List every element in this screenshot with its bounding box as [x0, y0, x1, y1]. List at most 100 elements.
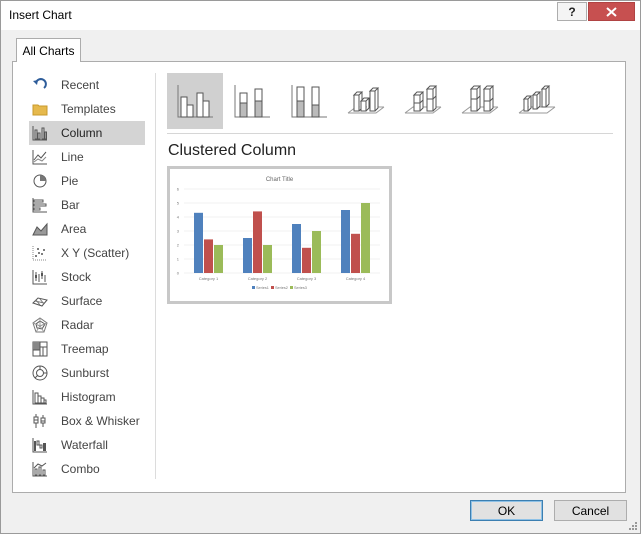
- sidebar-item-waterfall[interactable]: Waterfall: [29, 433, 145, 457]
- preview-chart-title: Chart Title: [266, 177, 294, 183]
- 3d-column-icon: [518, 85, 556, 114]
- subtype-clustered-column[interactable]: [167, 73, 223, 129]
- subtype-3d-clustered-column[interactable]: [338, 73, 394, 129]
- chart-type-list: Recent Templates Column Line Pie Bar Are…: [29, 73, 145, 481]
- sidebar-item-templates[interactable]: Templates: [29, 97, 145, 121]
- folder-icon: [32, 101, 48, 117]
- preview-legend-swatch: [252, 286, 255, 289]
- sidebar-item-label: Surface: [61, 294, 103, 308]
- title-bar[interactable]: Insert Chart ?: [1, 1, 640, 30]
- preview-y-tick: 6: [177, 187, 180, 192]
- surface-chart-icon: [32, 293, 48, 309]
- preview-y-tick: 2: [177, 243, 180, 248]
- preview-bar: [312, 231, 321, 273]
- column-chart-icon: [32, 125, 48, 141]
- 3d-stacked-column-icon: [404, 85, 442, 114]
- preview-bar: [194, 212, 203, 273]
- preview-bar: [302, 247, 311, 273]
- preview-x-tick: Category 4: [346, 276, 366, 281]
- sidebar-item-area[interactable]: Area: [29, 217, 145, 241]
- sidebar-item-bar[interactable]: Bar: [29, 193, 145, 217]
- stock-chart-icon: [32, 269, 48, 285]
- area-chart-icon: [32, 221, 48, 237]
- preview-bar: [204, 239, 213, 273]
- sidebar-item-label: Templates: [61, 102, 116, 116]
- subtype-3d-column[interactable]: [509, 73, 565, 129]
- sidebar-item-label: Sunburst: [61, 366, 110, 380]
- close-icon: [606, 6, 617, 17]
- treemap-chart-icon: [32, 341, 48, 357]
- sidebar-item-line[interactable]: Line: [29, 145, 145, 169]
- sidebar-item-surface[interactable]: Surface: [29, 289, 145, 313]
- preview-x-tick: Category 3: [297, 276, 317, 281]
- subtype-3d-100-stacked-column[interactable]: [452, 73, 508, 129]
- window-title: Insert Chart: [9, 8, 72, 22]
- sidebar-item-stock[interactable]: Stock: [29, 265, 145, 289]
- preview-bar: [341, 210, 350, 273]
- ok-button[interactable]: OK: [470, 500, 543, 521]
- preview-legend-label: Series1: [256, 286, 269, 290]
- subtype-stacked-column[interactable]: [224, 73, 280, 129]
- subtype-100-stacked-column[interactable]: [281, 73, 337, 129]
- preview-bar: [214, 245, 223, 273]
- close-button[interactable]: [588, 2, 635, 21]
- sidebar-item-combo[interactable]: Combo: [29, 457, 145, 481]
- help-button[interactable]: ?: [557, 2, 587, 21]
- box-whisker-chart-icon: [32, 413, 48, 429]
- sidebar-item-box-whisker[interactable]: Box & Whisker: [29, 409, 145, 433]
- preview-x-tick: Category 2: [248, 276, 268, 281]
- preview-y-tick: 3: [177, 229, 180, 234]
- preview-x-tick: Category 1: [199, 276, 219, 281]
- preview-bar: [361, 203, 370, 273]
- sidebar-item-label: Treemap: [61, 342, 109, 356]
- pie-chart-icon: [32, 173, 48, 189]
- histogram-chart-icon: [32, 389, 48, 405]
- preview-legend-label: Series3: [294, 286, 307, 290]
- preview-legend-swatch: [290, 286, 293, 289]
- sidebar-item-sunburst[interactable]: Sunburst: [29, 361, 145, 385]
- cancel-button[interactable]: Cancel: [554, 500, 627, 521]
- bar-chart-icon: [32, 197, 48, 213]
- preview-y-tick: 0: [177, 271, 180, 276]
- preview-bar: [292, 224, 301, 273]
- resize-grip-icon[interactable]: [628, 521, 638, 531]
- waterfall-chart-icon: [32, 437, 48, 453]
- recent-icon: [32, 77, 48, 93]
- sidebar-item-label: Column: [61, 126, 103, 140]
- combo-chart-icon: [32, 461, 48, 477]
- sidebar-item-column[interactable]: Column: [29, 121, 145, 145]
- clustered-column-icon: [177, 85, 213, 118]
- 3d-100-stacked-column-icon: [461, 85, 499, 114]
- sidebar-divider: [155, 73, 156, 479]
- chart-preview[interactable]: Chart Title 0 1 2 3 4 5 6 Category 1 Category 2 Ca…: [167, 166, 392, 304]
- 3d-clustered-column-icon: [347, 87, 385, 114]
- radar-chart-icon: [32, 317, 48, 333]
- line-chart-icon: [32, 149, 48, 165]
- sidebar-item-recent[interactable]: Recent: [29, 73, 145, 97]
- sidebar-item-label: Box & Whisker: [61, 414, 140, 428]
- sidebar-item-histogram[interactable]: Histogram: [29, 385, 145, 409]
- sidebar-item-label: Line: [61, 150, 84, 164]
- sidebar-item-label: Histogram: [61, 390, 116, 404]
- help-icon: ?: [568, 4, 576, 19]
- sidebar-item-label: Recent: [61, 78, 100, 92]
- sidebar-item-label: Waterfall: [61, 438, 108, 452]
- sidebar-item-treemap[interactable]: Treemap: [29, 337, 145, 361]
- preview-y-tick: 5: [177, 201, 180, 206]
- subtype-3d-stacked-column[interactable]: [395, 73, 451, 129]
- sunburst-chart-icon: [32, 365, 48, 381]
- sidebar-item-scatter[interactable]: X Y (Scatter): [29, 241, 145, 265]
- preview-chart: Chart Title 0 1 2 3 4 5 6 Category 1 Category 2 Ca…: [177, 177, 380, 290]
- preview-bar: [243, 238, 252, 273]
- sidebar-item-label: Bar: [61, 198, 80, 212]
- scatter-chart-icon: [32, 245, 48, 261]
- sidebar-item-pie[interactable]: Pie: [29, 169, 145, 193]
- tab-label: All Charts: [22, 43, 75, 58]
- tab-all-charts[interactable]: All Charts: [16, 38, 81, 62]
- insert-chart-dialog: Insert Chart ? All Charts Recent Templat…: [0, 0, 641, 534]
- preview-y-tick: 1: [177, 257, 180, 262]
- sidebar-item-radar[interactable]: Radar: [29, 313, 145, 337]
- preview-bar: [253, 211, 262, 273]
- sidebar-item-label: Pie: [61, 174, 79, 188]
- sidebar-item-label: Radar: [61, 318, 94, 332]
